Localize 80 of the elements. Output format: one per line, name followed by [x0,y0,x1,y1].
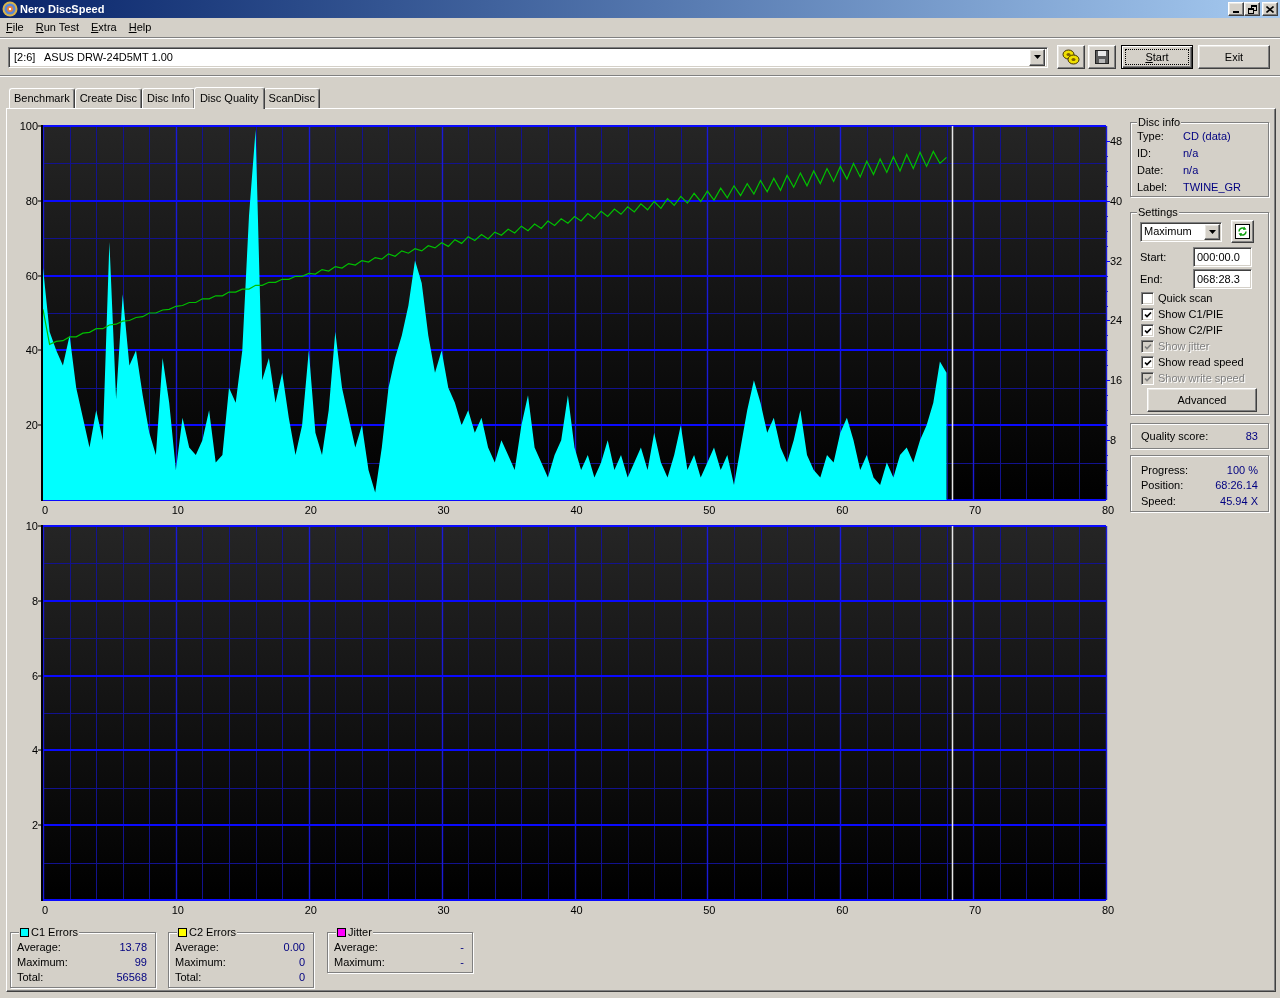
field-label: End: [1140,271,1164,287]
checkbox-label: Show C1/PIE [1158,306,1224,322]
field-label: Type: [1137,129,1165,145]
axis-tick-label: 60 [836,504,849,516]
axis-tick-label: 50 [703,504,716,516]
field-label: Start: [1140,249,1168,265]
axis-tick-label: 80 [1101,904,1115,916]
axis-tick-label: 4 [31,744,38,757]
group-title: Jitter [348,926,372,939]
axis-tick-label: 100 [19,120,38,132]
stat-label: Total: [175,970,202,986]
field-value: CD (data) [1183,129,1231,145]
axis-tick-label: 8 [1110,434,1117,447]
field-label: Date: [1137,163,1165,179]
stat-label: Maximum: [175,955,226,971]
axis-tick-label: 16 [1110,374,1123,387]
stat-label: Average: [17,940,61,956]
stat-value: 99 [134,955,147,971]
checkbox-label: Show jitter [1158,338,1210,354]
axis-tick-label: 20 [25,419,38,432]
axis-tick-label: 60 [25,269,38,282]
stat-label: Maximum: [17,955,68,971]
axis-tick-label: 24 [1110,314,1123,327]
axis-tick-label: 6 [31,669,38,682]
stat-value: - [460,940,464,956]
axis-tick-label: 20 [304,504,317,516]
axis-tick-label: 0 [41,904,49,916]
axis-tick-label: 2 [31,819,38,832]
group-title: C1 Errors [31,926,79,939]
field-value: n/a [1183,146,1199,162]
stat-value: 13.78 [119,940,147,956]
stat-label: Total: [17,970,44,986]
field-label: Speed: [1141,493,1176,509]
field-label: Progress: [1141,462,1189,478]
axis-tick-label: 48 [1110,134,1123,147]
stat-value: 0 [298,970,305,986]
field-label: Label: [1137,180,1168,196]
group-title: Settings [1137,206,1179,219]
axis-tick-label: 70 [969,904,982,916]
axis-tick-label: 40 [25,344,38,357]
field-value: n/a [1183,163,1199,179]
axis-tick-label: 10 [171,904,184,916]
checkbox-label: Show write speed [1158,370,1245,386]
field-value: TWINE_GR [1183,180,1242,196]
axis-tick-label: 40 [570,904,583,916]
field-value: 68:26.14 [1215,478,1258,493]
axis-tick-label: 30 [437,504,450,516]
axis-tick-label: 20 [304,904,317,916]
axis-tick-label: 32 [1110,254,1123,267]
checkbox-label: Quick scan [1158,290,1213,306]
axis-tick-label: 70 [969,504,982,516]
field-label: Quality score: [1141,428,1209,444]
axis-tick-label: 80 [25,194,38,207]
stat-value: 56568 [116,970,147,986]
stat-label: Average: [175,940,219,956]
field-value: 83 [1245,428,1258,444]
axis-tick-label: 50 [703,904,716,916]
checkbox-label: Show read speed [1158,354,1244,370]
group-title: Disc info [1137,116,1182,129]
window-title: Nero DiscSpeed [20,2,105,16]
axis-tick-label: 10 [171,504,184,516]
axis-tick-label: 8 [31,594,38,607]
axis-tick-label: 40 [1110,194,1123,207]
field-value: 45.94 X [1220,493,1258,509]
axis-tick-label: 80 [1101,504,1115,516]
axis-tick-label: 10 [25,520,38,532]
stat-label: Maximum: [334,955,385,971]
field-value: 100 % [1226,462,1258,478]
field-label: ID: [1137,146,1153,162]
axis-tick-label: 60 [836,904,849,916]
group-title: C2 Errors [189,926,237,939]
axis-tick-label: 30 [437,904,450,916]
field-label: Position: [1141,478,1184,493]
stat-label: Average: [334,940,378,956]
stat-value: 0.00 [283,940,305,956]
stat-value: 0 [298,955,305,971]
checkbox-label: Show C2/PIF [1158,322,1223,338]
axis-tick-label: 40 [570,504,583,516]
stat-value: - [460,955,464,971]
axis-tick-label: 0 [41,504,49,516]
